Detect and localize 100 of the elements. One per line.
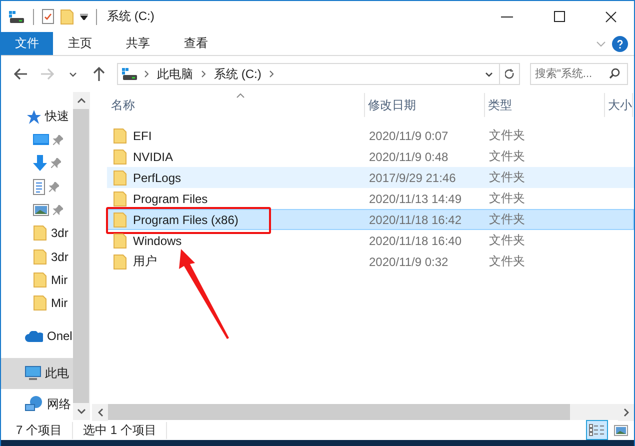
download-icon <box>33 155 47 172</box>
pin-icon <box>53 134 63 145</box>
file-row[interactable]: 用户 2020/11/9 0:32 文件夹 <box>107 251 634 272</box>
sidebar-item[interactable]: 此电 <box>1 358 73 389</box>
file-row[interactable]: EFI 2020/11/9 0:07 文件夹 <box>107 125 634 146</box>
drive-icon <box>122 68 138 80</box>
dropdown-caret-icon[interactable] <box>80 14 88 20</box>
help-icon[interactable] <box>612 36 628 52</box>
modified-date: 2020/11/18 16:42 <box>369 212 462 226</box>
modified-date: 2020/11/13 14:49 <box>369 192 462 206</box>
up-arrow-icon <box>93 67 105 81</box>
file-name: NVIDIA <box>133 150 174 164</box>
file-menu-button[interactable]: 文件 <box>1 32 53 55</box>
file-name: Windows <box>133 234 182 248</box>
folder-icon <box>33 248 47 265</box>
sidebar-item[interactable]: 网络 <box>1 388 73 420</box>
folder-icon <box>113 254 127 270</box>
refresh-icon <box>504 68 514 80</box>
column-header[interactable]: 名称 <box>108 93 365 117</box>
folder-icon <box>113 232 127 248</box>
file-row[interactable]: PerfLogs 2017/9/29 21:46 文件夹 <box>107 167 634 188</box>
ribbon-tab[interactable]: 共享 <box>111 32 165 55</box>
file-name: PerfLogs <box>133 170 182 184</box>
drive-icon <box>9 10 25 22</box>
file-type: 文件夹 <box>489 148 525 165</box>
file-name: 用户 <box>133 253 157 270</box>
window-title: 系统 (C:) <box>107 8 154 25</box>
sidebar-item[interactable]: Onel <box>1 314 73 358</box>
search-icon <box>609 68 620 79</box>
breadcrumb[interactable]: 此电脑 <box>155 66 195 82</box>
modified-date: 2020/11/9 0:07 <box>369 128 448 142</box>
network-icon <box>25 396 43 412</box>
chevron-right-icon <box>201 70 206 78</box>
search-field[interactable]: 搜索"系统... <box>530 63 628 85</box>
file-type: 文件夹 <box>489 253 525 270</box>
modified-date: 2020/11/9 0:32 <box>369 254 448 268</box>
minimize-icon <box>501 16 513 18</box>
pin-icon <box>51 158 61 168</box>
chevron-right-icon <box>269 70 274 78</box>
folder-icon <box>113 170 127 186</box>
cloud-icon <box>25 330 43 342</box>
folder-icon <box>113 190 127 206</box>
file-type: 文件夹 <box>489 190 525 207</box>
chevron-down-icon <box>69 72 77 76</box>
horizontal-scrollbar[interactable] <box>92 404 634 420</box>
column-header[interactable]: 修改日期 <box>365 93 485 117</box>
star-icon <box>27 110 41 124</box>
sidebar-item[interactable]: Mir <box>1 292 73 315</box>
file-row[interactable]: Program Files 2020/11/13 14:49 文件夹 <box>107 188 634 209</box>
file-name: Program Files (x86) <box>133 212 238 226</box>
scroll-up-icon[interactable] <box>76 98 86 103</box>
tiles-view-icon <box>614 424 628 436</box>
modified-date: 2020/11/9 0:48 <box>369 150 448 164</box>
selection-count: 选中 1 个项目 <box>83 422 168 438</box>
folder-icon <box>113 148 127 164</box>
folder-icon <box>33 295 47 312</box>
address-bar[interactable]: 此电脑 系统 (C:) <box>117 63 520 85</box>
scroll-right-icon[interactable] <box>624 408 628 417</box>
computer-icon <box>25 366 41 380</box>
details-view-button[interactable] <box>586 420 608 440</box>
pin-icon <box>49 182 59 192</box>
chevron-down-icon <box>485 72 493 76</box>
ribbon-tab[interactable]: 主页 <box>53 32 107 55</box>
item-count: 7 个项目 <box>16 422 74 438</box>
scroll-down-icon[interactable] <box>76 409 86 414</box>
file-name: EFI <box>133 128 152 142</box>
modified-date: 2017/9/29 21:46 <box>369 170 456 184</box>
forward-arrow-icon <box>40 68 54 80</box>
folder-icon <box>33 225 47 242</box>
back-arrow-icon <box>14 68 28 80</box>
sidebar-item[interactable]: Mir <box>1 268 73 292</box>
maximize-icon <box>554 11 564 22</box>
vertical-scrollbar[interactable] <box>73 92 89 420</box>
sidebar-item[interactable]: 3dr <box>1 244 73 268</box>
column-header[interactable]: 大小 <box>605 93 633 117</box>
sidebar-item[interactable]: 快速 <box>1 105 73 128</box>
file-row[interactable]: NVIDIA 2020/11/9 0:48 文件夹 <box>107 146 634 167</box>
file-type: 文件夹 <box>489 169 525 186</box>
modified-date: 2020/11/18 16:40 <box>369 234 462 248</box>
file-type: 文件夹 <box>489 211 525 228</box>
chevron-right-icon <box>144 70 149 78</box>
breadcrumb[interactable]: 系统 (C:) <box>212 66 264 82</box>
folder-icon <box>113 128 127 144</box>
pin-icon <box>53 204 63 215</box>
close-icon <box>605 10 617 22</box>
sidebar-item[interactable]: 3dr <box>1 222 73 245</box>
details-view-icon <box>589 424 605 436</box>
folder-icon <box>113 212 127 228</box>
desktop-icon <box>33 134 49 146</box>
checklist-icon[interactable] <box>42 9 54 24</box>
ribbon-tab[interactable]: 查看 <box>169 32 223 55</box>
file-type: 文件夹 <box>489 127 525 144</box>
file-row[interactable]: Windows 2020/11/18 16:40 文件夹 <box>107 230 634 251</box>
folder-icon <box>33 272 47 288</box>
image-icon <box>33 204 49 216</box>
column-header[interactable]: 类型 <box>485 93 605 117</box>
sort-ascending-icon <box>236 93 245 98</box>
file-type: 文件夹 <box>489 232 525 249</box>
file-name: Program Files <box>133 192 208 206</box>
scroll-left-icon[interactable] <box>98 408 102 417</box>
